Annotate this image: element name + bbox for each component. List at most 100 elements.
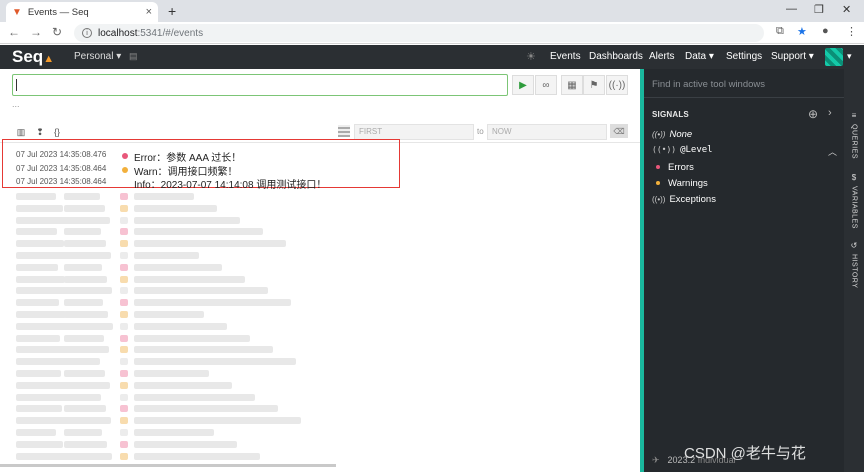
pin-icon[interactable]: ❢ <box>33 125 47 139</box>
blurred-level-dot <box>120 358 128 366</box>
chevron-up-icon[interactable]: ︿ <box>828 145 837 158</box>
blurred-cell <box>134 346 273 354</box>
blurred-cell <box>64 405 106 413</box>
to-date-input[interactable]: NOW <box>487 124 607 140</box>
run-search-button[interactable]: ▶ <box>512 75 534 95</box>
profile-icon[interactable]: ● <box>822 25 829 37</box>
signal-errors[interactable]: Errors <box>656 162 694 173</box>
window-close-icon[interactable]: ✕ <box>842 3 851 16</box>
tab-variables[interactable]: $ VARIABLES <box>847 173 861 229</box>
reload-icon[interactable]: ↻ <box>52 25 62 39</box>
tab-queries-label: QUERIES <box>850 124 858 160</box>
chrome-menu-icon[interactable]: ⋮ <box>846 25 857 38</box>
workspace-selector[interactable]: Personal ▾ <box>74 51 121 62</box>
signal-none[interactable]: ((•)) None <box>652 129 692 140</box>
radio-icon: ((•)) <box>652 130 666 139</box>
search-input[interactable] <box>12 74 508 96</box>
level-error-dot <box>122 153 128 159</box>
blurred-cell <box>16 429 56 436</box>
minimize-icon[interactable]: — <box>786 3 797 15</box>
flame-icon: ▲ <box>43 53 55 65</box>
json-braces-icon[interactable]: {} <box>50 125 64 139</box>
signal-errors-label: Errors <box>668 162 694 173</box>
event-row[interactable]: 07 Jul 2023 14:35:08.464 Info：2023-07-07… <box>0 176 400 191</box>
add-signal-icon[interactable]: ⚑ <box>583 75 605 95</box>
blurred-level-dot <box>120 417 128 425</box>
clear-range-icon[interactable]: ⌫ <box>610 124 628 138</box>
nav-support[interactable]: Support ▾ <box>771 51 814 62</box>
chevron-right-icon[interactable]: › <box>828 107 832 119</box>
blurred-cell <box>134 287 268 295</box>
url-path: :5341/#/events <box>137 27 204 39</box>
refresh-icon[interactable]: ∞ <box>535 75 557 95</box>
nav-settings[interactable]: Settings <box>726 51 762 62</box>
horizontal-scrollbar[interactable] <box>0 464 336 467</box>
blurred-cell <box>64 216 110 224</box>
calendar-icon[interactable] <box>338 125 350 137</box>
signal-warnings-label: Warnings <box>668 178 708 189</box>
blurred-level-dot <box>120 252 128 259</box>
grid-icon[interactable]: ▦ <box>561 75 583 95</box>
workspace-icon[interactable]: ▤ <box>129 51 138 62</box>
nav-alerts[interactable]: Alerts <box>649 51 675 62</box>
nav-data[interactable]: Data ▾ <box>685 51 714 62</box>
back-icon[interactable]: ← <box>8 25 20 39</box>
blurred-cell <box>16 452 70 460</box>
event-row[interactable]: 07 Jul 2023 14:35:08.476 Error：参数 AAA 过长… <box>0 149 400 164</box>
blurred-cell <box>134 252 199 259</box>
blurred-cell <box>16 228 57 236</box>
blurred-cell <box>16 252 71 259</box>
workspace-label: Personal <box>74 51 114 62</box>
blurred-cell <box>134 452 260 460</box>
blurred-cell <box>16 263 58 271</box>
blurred-level-dot <box>120 311 128 318</box>
histogram-icon[interactable]: ▥ <box>14 125 28 139</box>
queries-icon: ≡ <box>851 111 857 120</box>
tab-title: Events — Seq <box>27 6 89 18</box>
theme-toggle-icon[interactable]: ☀ <box>526 50 536 63</box>
browser-tab[interactable]: ▼ Events — Seq × <box>6 2 158 22</box>
signals-panel: Find in active tool windows SIGNALS ⊕ › … <box>644 69 844 472</box>
blurred-level-dot <box>120 334 128 342</box>
tab-queries[interactable]: ≡ QUERIES <box>847 111 861 159</box>
blurred-cell <box>134 405 278 413</box>
bookmark-star-icon[interactable]: ★ <box>797 25 807 38</box>
address-bar[interactable]: i localhost:5341/#/events <box>74 24 764 42</box>
broadcast-icon[interactable]: ((·)) <box>606 75 628 95</box>
blurred-cell <box>134 228 263 236</box>
add-signal-icon[interactable]: ⊕ <box>808 107 818 121</box>
blurred-cell <box>134 393 255 401</box>
signal-none-label: None <box>669 129 693 140</box>
from-date-input[interactable]: FIRST <box>354 124 474 140</box>
tab-close-icon[interactable]: × <box>146 6 152 18</box>
site-info-icon[interactable]: i <box>82 28 92 38</box>
signal-group-level[interactable]: ((•)) @Level <box>652 145 713 155</box>
text-caret <box>16 79 17 91</box>
nav-events[interactable]: Events <box>550 51 581 62</box>
query-ellipsis: ... <box>12 99 20 109</box>
nav-dashboards[interactable]: Dashboards <box>589 51 643 62</box>
new-tab-button[interactable]: + <box>168 3 176 19</box>
blurred-cell <box>64 370 105 377</box>
signal-warnings[interactable]: Warnings <box>656 178 708 189</box>
blurred-cell <box>16 405 62 413</box>
find-tool-input[interactable]: Find in active tool windows <box>652 79 765 90</box>
blurred-cell <box>134 381 232 389</box>
signal-exceptions[interactable]: ((•)) Exceptions <box>652 194 716 205</box>
event-row[interactable]: 07 Jul 2023 14:35:08.464 Warn：调用接口频繁！ <box>0 163 400 178</box>
seq-logo[interactable]: Seq▲ <box>12 47 54 67</box>
blurred-cell <box>134 334 250 342</box>
translate-icon[interactable]: ⧉ <box>776 25 784 38</box>
blurred-cell <box>134 299 291 307</box>
blurred-cell <box>64 440 107 448</box>
blurred-level-dot <box>120 393 128 401</box>
maximize-icon[interactable]: ❐ <box>814 3 824 16</box>
blurred-cell <box>16 346 67 354</box>
tab-history[interactable]: ↺ HISTORY <box>847 241 861 288</box>
forward-icon[interactable]: → <box>30 25 42 39</box>
blurred-level-dot <box>120 440 128 448</box>
divider <box>644 97 844 98</box>
blurred-cell <box>64 252 111 259</box>
chevron-down-icon[interactable]: ▾ <box>847 51 852 62</box>
user-avatar[interactable] <box>825 48 843 66</box>
